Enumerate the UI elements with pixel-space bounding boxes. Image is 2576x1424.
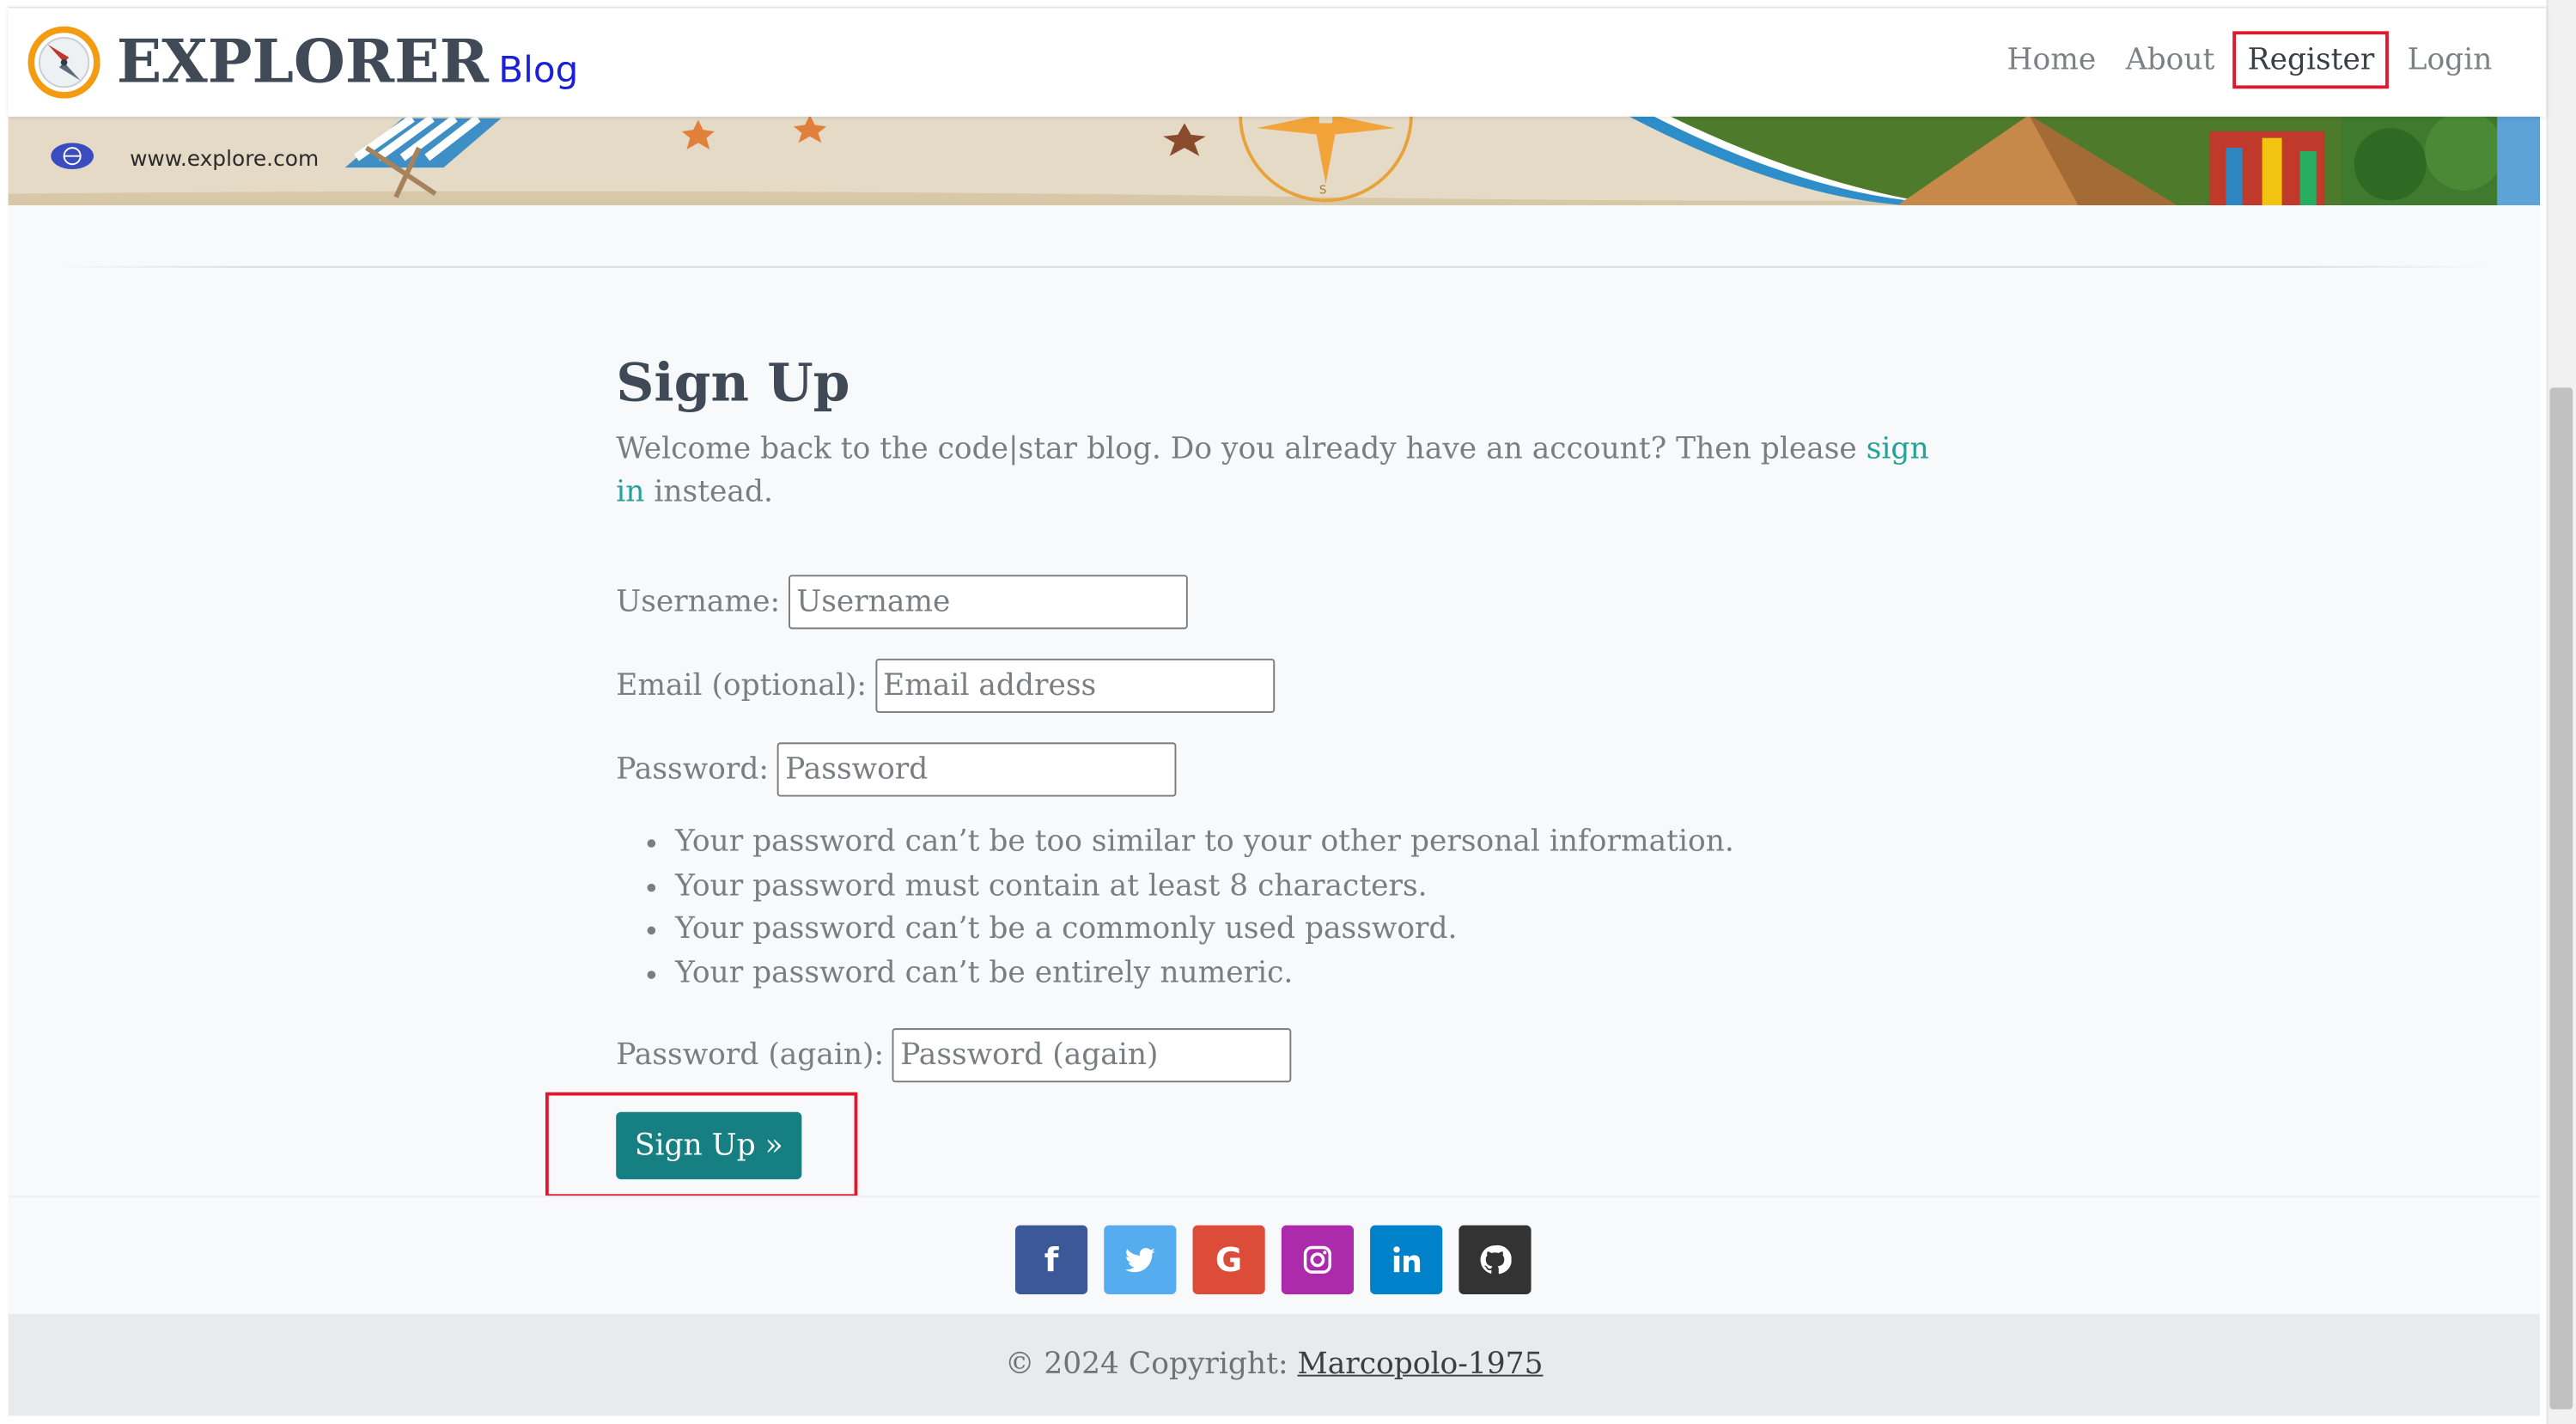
- linkedin-button[interactable]: [1370, 1225, 1443, 1294]
- intro-text-body: Welcome back to the code|star blog. Do y…: [616, 431, 1867, 467]
- instagram-button[interactable]: [1281, 1225, 1354, 1294]
- google-button[interactable]: G: [1192, 1225, 1265, 1294]
- social-footer: f G: [8, 1196, 2540, 1316]
- main-content: Sign Up Welcome back to the code|star bl…: [8, 205, 2540, 1198]
- password-again-label: Password (again):: [616, 1038, 885, 1073]
- brand-subtitle: Blog: [498, 51, 579, 93]
- copyright-footer: © 2024 Copyright: Marcopolo-1975: [8, 1313, 2540, 1416]
- scrollbar-thumb[interactable]: [2549, 387, 2573, 1409]
- instagram-icon: [1303, 1245, 1332, 1274]
- intro-text-tail: instead.: [644, 474, 773, 509]
- email-input[interactable]: [874, 658, 1275, 713]
- password-rule: Your password can’t be too similar to yo…: [675, 821, 1734, 865]
- signup-form: Sign Up Welcome back to the code|star bl…: [616, 347, 1963, 1168]
- navbar: EXPLORER Blog Home About Register Login: [8, 6, 2547, 117]
- nav-link-login[interactable]: Login: [2392, 33, 2506, 87]
- banner-url-text: www.explore.com: [130, 148, 320, 173]
- password-again-input[interactable]: [892, 1028, 1292, 1083]
- copyright-text: © 2024 Copyright:: [1004, 1347, 1298, 1382]
- password-label: Password:: [616, 752, 770, 788]
- compass-logo-icon: [27, 26, 100, 99]
- password-rules-list: Your password can’t be too similar to yo…: [616, 821, 1734, 995]
- google-icon: G: [1215, 1239, 1243, 1280]
- username-row: Username:: [616, 575, 1188, 630]
- password-rule: Your password can’t be a commonly used p…: [675, 909, 1734, 952]
- intro-text: Welcome back to the code|star blog. Do y…: [616, 429, 1930, 514]
- banner-illustration: S: [8, 114, 2540, 206]
- divider: [57, 265, 2491, 268]
- password-rule: Your password must contain at least 8 ch…: [675, 865, 1734, 909]
- author-link[interactable]: Marcopolo-1975: [1298, 1347, 1544, 1381]
- github-icon: [1480, 1244, 1512, 1275]
- linkedin-icon: [1393, 1246, 1421, 1273]
- cathedral-icon: [2209, 131, 2325, 206]
- facebook-icon: f: [1044, 1239, 1059, 1280]
- username-input[interactable]: [788, 575, 1188, 630]
- nav-link-home[interactable]: Home: [1992, 33, 2110, 87]
- page-bottom: [0, 1415, 2547, 1424]
- browser-viewport: EXPLORER Blog Home About Register Login: [0, 0, 2576, 1424]
- twitter-icon: [1124, 1247, 1155, 1273]
- social-links: f G: [1014, 1225, 1548, 1294]
- hero-banner: S www.explore.com: [8, 114, 2540, 206]
- password-rule: Your password can’t be entirely numeric.: [675, 952, 1734, 996]
- nav-link-register[interactable]: Register: [2232, 31, 2390, 89]
- sign-up-button[interactable]: Sign Up »: [616, 1111, 802, 1180]
- facebook-button[interactable]: f: [1014, 1225, 1088, 1294]
- password-row: Password:: [616, 742, 1177, 797]
- svg-text:S: S: [1319, 185, 1327, 198]
- username-label: Username:: [616, 584, 781, 619]
- password-input[interactable]: [776, 742, 1177, 797]
- nav-links: Home About Register Login: [1992, 31, 2506, 89]
- email-label: Email (optional):: [616, 668, 868, 703]
- brand[interactable]: EXPLORER Blog: [27, 18, 579, 106]
- page-title: Sign Up: [616, 351, 850, 414]
- nav-link-about[interactable]: About: [2111, 33, 2230, 87]
- brand-name: EXPLORER: [116, 27, 489, 97]
- twitter-button[interactable]: [1104, 1225, 1177, 1294]
- github-button[interactable]: [1459, 1225, 1532, 1294]
- email-row: Email (optional):: [616, 658, 1275, 713]
- globe-icon: [51, 143, 94, 169]
- password-again-row: Password (again):: [616, 1028, 1292, 1083]
